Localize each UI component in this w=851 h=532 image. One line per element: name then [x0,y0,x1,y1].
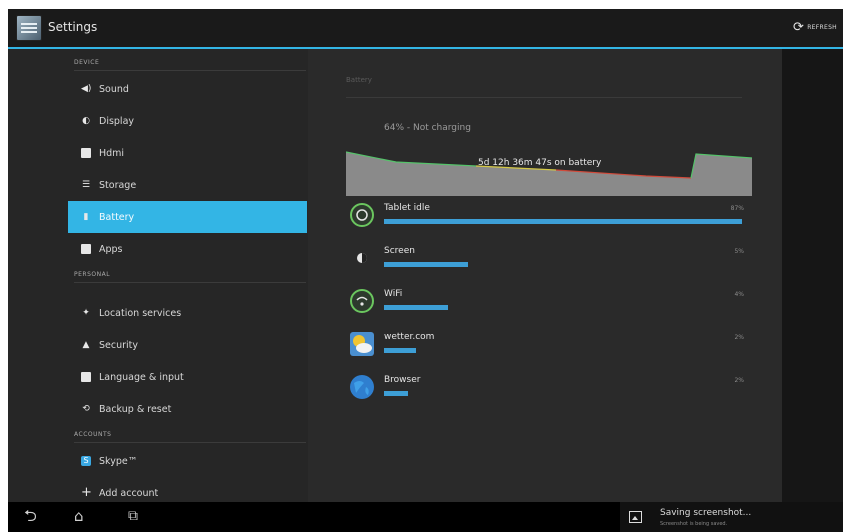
screen-icon [357,253,367,263]
usage-bar [384,348,416,353]
browser-icon [350,375,374,399]
sidebar-item-battery[interactable]: ▮ Battery [68,201,307,233]
sidebar-item-label: Security [99,339,139,351]
tablet-screen: Settings ⟳ REFRESH DEVICE ◀) Sound ◐ Dis… [8,9,843,532]
sidebar-item-label: Location services [99,307,182,319]
sidebar-item-label: Battery [99,211,135,223]
screenshot-notification[interactable]: Saving screenshot... Screenshot is being… [620,502,843,532]
usage-name: wetter.com [384,332,435,342]
wifi-icon [350,289,374,313]
sidebar-item-language-input[interactable]: Language & input [68,361,307,393]
language-icon [81,372,91,382]
sidebar-item-label: Skype™ [99,455,138,467]
section-header-personal: PERSONAL [74,265,306,283]
sidebar-item-label: Sound [99,83,129,95]
refresh-icon: ⟳ [793,20,805,35]
sidebar-item-label: Apps [99,243,123,255]
usage-name: Tablet idle [384,203,430,213]
sidebar-item-label: Language & input [99,371,184,383]
usage-bar [384,219,742,224]
sidebar-item-backup-reset[interactable]: ⟲ Backup & reset [68,393,307,425]
usage-name: Browser [384,375,421,385]
wetter-icon [350,332,374,356]
usage-bar [384,262,468,267]
usage-percent: 4% [734,291,744,298]
sidebar-item-apps[interactable]: Apps [68,233,307,265]
speaker-icon: ◀) [81,84,92,94]
sidebar-item-label: Display [99,115,135,127]
usage-percent: 2% [734,334,744,341]
usage-percent: 87% [730,205,744,212]
panel-edge [782,49,843,502]
skype-icon: S [81,456,91,466]
lock-icon: ▲ [82,340,90,350]
usage-name: Screen [384,246,415,256]
location-icon: ✦ [82,308,90,318]
battery-icon: ▮ [83,212,89,222]
storage-icon: ☰ [81,180,91,190]
settings-app-icon[interactable] [16,15,42,41]
graph-label: 5d 12h 36m 47s on battery [478,158,602,168]
usage-row-wifi[interactable]: WiFi 4% [348,283,752,323]
notification-title: Saving screenshot... [660,508,752,518]
battery-panel: Battery 64% - Not charging 5d 12h 36m 47… [308,49,782,502]
sidebar-item-label: Add account [99,487,159,499]
settings-sidebar: DEVICE ◀) Sound ◐ Display Hdmi ☰ Storage… [8,49,308,502]
back-icon[interactable]: ⮌ [24,508,37,524]
backup-icon: ⟲ [82,404,90,414]
sidebar-item-sound[interactable]: ◀) Sound [68,73,307,105]
action-bar: Settings ⟳ REFRESH [8,9,843,49]
battery-history-graph[interactable] [346,146,752,196]
battery-status: 64% - Not charging [384,123,471,133]
refresh-label: REFRESH [807,24,837,31]
sidebar-item-security[interactable]: ▲ Security [68,329,307,361]
battery-header: Battery [346,76,742,98]
sidebar-item-display[interactable]: ◐ Display [68,105,307,137]
section-header-accounts: ACCOUNTS [74,425,306,443]
sidebar-item-storage[interactable]: ☰ Storage [68,169,307,201]
plus-icon: + [81,485,92,500]
sidebar-item-label: Backup & reset [99,403,172,415]
recent-apps-icon[interactable]: ⧉ [128,508,138,524]
usage-name: WiFi [384,289,403,299]
usage-row-wetter[interactable]: wetter.com 2% [348,326,752,366]
usage-row-screen[interactable]: Screen 5% [348,240,752,280]
page-title: Settings [48,20,98,34]
sidebar-item-label: Storage [99,179,137,191]
hdmi-icon [81,148,91,158]
sidebar-item-skype[interactable]: S Skype™ [68,445,307,477]
notification-subtitle: Screenshot is being saved. [660,521,728,527]
usage-bar [384,391,408,396]
refresh-button[interactable]: ⟳ REFRESH [793,21,837,34]
sidebar-item-location-services[interactable]: ✦ Location services [68,297,307,329]
brightness-icon: ◐ [82,116,90,126]
usage-row-browser[interactable]: Browser 2% [348,369,752,409]
screen: Settings ⟳ REFRESH DEVICE ◀) Sound ◐ Dis… [0,0,851,532]
usage-bar [384,305,448,310]
sidebar-item-hdmi[interactable]: Hdmi [68,137,307,169]
apps-icon [81,244,91,254]
home-icon[interactable]: ⌂ [74,508,84,524]
sidebar-item-label: Hdmi [99,147,125,159]
tablet-idle-icon [350,203,374,227]
image-icon [629,511,642,523]
usage-row-tablet-idle[interactable]: Tablet idle 87% [348,197,752,237]
usage-percent: 5% [734,248,744,255]
usage-percent: 2% [734,377,744,384]
section-header-device: DEVICE [74,53,306,71]
